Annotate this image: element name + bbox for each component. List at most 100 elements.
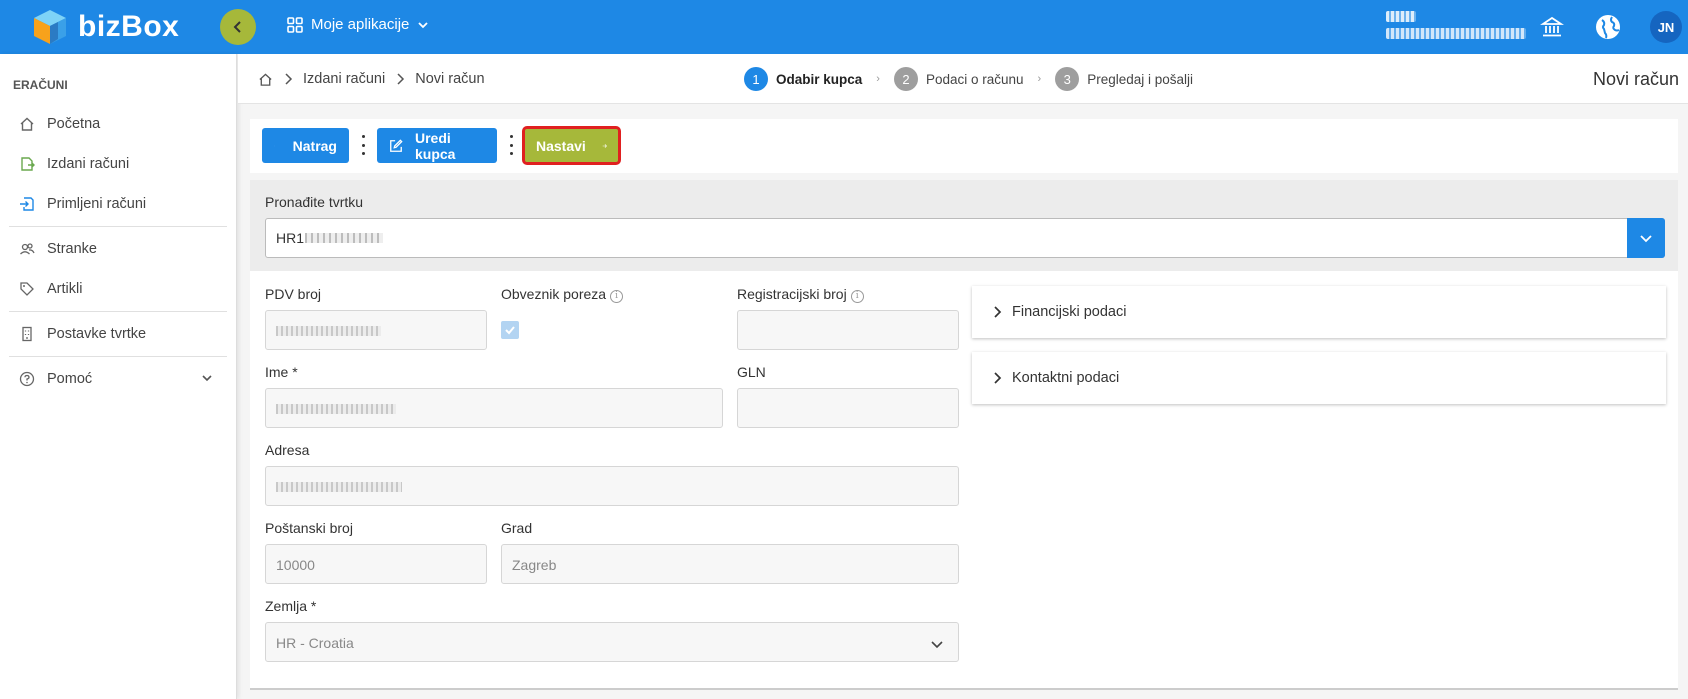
address-label: Adresa: [265, 442, 310, 458]
country-select[interactable]: HR - Croatia: [265, 622, 959, 662]
step-odabir-kupca[interactable]: 1 Odabir kupca: [744, 67, 862, 91]
registration-label: Registracijski broj i: [737, 286, 864, 303]
app-name: bizBox: [78, 10, 180, 43]
contact-data-accordion[interactable]: Kontaktni podaci: [972, 352, 1666, 404]
step-podaci-o-racunu[interactable]: 2 Podaci o računu: [893, 67, 1024, 91]
sidebar-item-artikli[interactable]: Artikli: [0, 269, 236, 309]
back-button-label: Natrag: [292, 137, 337, 154]
taxpayer-checkbox[interactable]: [501, 321, 519, 339]
sidebar-divider: [9, 226, 227, 227]
breadcrumb-link-izdani-racuni[interactable]: Izdani računi: [303, 71, 385, 87]
step-label: Podaci o računu: [925, 71, 1024, 87]
chevron-down-icon: [1640, 235, 1652, 243]
info-icon[interactable]: i: [610, 289, 624, 303]
sidebar-item-postavke-tvrtke[interactable]: Postavke tvrtke: [0, 314, 236, 354]
customer-form-card: Pronađite tvrtku HR1 PDV broj Obveznik p…: [250, 180, 1678, 690]
name-label: Ime *: [265, 364, 298, 380]
info-icon[interactable]: i: [850, 289, 864, 303]
chevron-down-icon: [418, 21, 429, 28]
chevron-right-icon: [285, 73, 293, 85]
step-number: 2: [893, 67, 918, 91]
country-label: Zemlja *: [265, 598, 317, 614]
building-icon: [18, 325, 36, 343]
financial-data-accordion[interactable]: Financijski podaci: [972, 286, 1666, 338]
company-search-panel: Pronađite tvrtku HR1: [250, 180, 1678, 271]
more-options-icon[interactable]: [506, 133, 516, 157]
country-value: HR - Croatia: [276, 635, 354, 651]
company-search-label: Pronađite tvrtku: [265, 194, 364, 210]
sidebar-item-label: Izdani računi: [47, 156, 130, 172]
continue-button-label: Nastavi: [536, 137, 586, 154]
gln-field[interactable]: [737, 388, 959, 428]
breadcrumb-bar: Izdani računi Novi račun 1 Odabir kupca …: [238, 54, 1688, 104]
sidebar-item-label: Stranke: [47, 241, 97, 257]
breadcrumb-current: Novi račun: [415, 71, 485, 87]
home-icon[interactable]: [258, 72, 273, 87]
wizard-steps: 1 Odabir kupca › 2 Podaci o računu › 3 P…: [744, 67, 1193, 91]
redacted-text: [305, 233, 384, 243]
redacted-text: [276, 326, 381, 336]
step-number: 1: [744, 67, 768, 91]
page-title: Novi račun: [1592, 69, 1679, 89]
step-pregledaj-i-posalji[interactable]: 3 Pregledaj i pošalji: [1055, 67, 1193, 91]
globe-icon[interactable]: [1594, 13, 1622, 41]
pdv-label: PDV broj: [265, 286, 322, 302]
apps-menu-label: Moje aplikacije: [311, 16, 410, 33]
registration-field[interactable]: [737, 310, 959, 350]
postal-label: Poštanski broj: [265, 520, 353, 536]
edit-customer-button-label: Uredi kupca: [414, 129, 456, 162]
contact-data-label: Kontaktni podaci: [1012, 370, 1120, 386]
sidebar-item-pocetna[interactable]: Početna: [0, 104, 236, 144]
address-field[interactable]: [265, 466, 959, 506]
chevron-right-icon: [992, 371, 1002, 385]
sidebar-item-label: Postavke tvrtke: [47, 326, 147, 342]
city-label: Grad: [501, 520, 533, 536]
continue-button[interactable]: Nastavi: [522, 126, 621, 165]
sidebar-item-label: Pomoć: [47, 371, 93, 387]
edit-customer-button[interactable]: Uredi kupca: [377, 128, 497, 163]
user-info-redacted[interactable]: [1386, 11, 1526, 43]
chevron-right-icon: ›: [1037, 73, 1042, 85]
breadcrumb: Izdani računi Novi račun: [258, 71, 485, 87]
collapse-sidebar-button[interactable]: [220, 9, 256, 45]
edit-icon: [390, 138, 403, 152]
sidebar-item-pomoc[interactable]: Pomoć: [0, 359, 236, 399]
chevron-left-icon: [233, 21, 241, 33]
chevron-right-icon: [992, 305, 1002, 319]
users-icon: [18, 240, 36, 258]
sidebar-item-stranke[interactable]: Stranke: [0, 229, 236, 269]
sidebar-item-label: Početna: [47, 116, 101, 132]
sidebar-section-title: ERAČUNI: [13, 78, 68, 92]
more-options-icon[interactable]: [358, 133, 368, 157]
chevron-down-icon: [202, 375, 212, 382]
tag-icon: [18, 280, 36, 298]
grid-icon: [287, 16, 303, 33]
step-label: Pregledaj i pošalji: [1087, 71, 1194, 87]
invoice-in-icon: [18, 195, 36, 213]
sidebar-divider: [9, 311, 227, 312]
chevron-right-icon: [397, 73, 405, 85]
financial-data-label: Financijski podaci: [1012, 304, 1127, 320]
city-value: Zagreb: [512, 557, 557, 573]
company-search-dropdown-button[interactable]: [1627, 218, 1665, 258]
sidebar: ERAČUNI Početna Izdani računi Primljeni …: [0, 54, 237, 699]
name-field[interactable]: [265, 388, 723, 428]
pdv-field[interactable]: [265, 310, 487, 350]
sidebar-item-primljeni-racuni[interactable]: Primljeni računi: [0, 184, 236, 224]
top-bar: bizBox Moje aplikacije JN: [0, 0, 1688, 54]
company-search-input[interactable]: HR1: [265, 218, 1665, 258]
invoice-out-icon: [18, 155, 36, 173]
home-icon: [18, 115, 36, 133]
company-search-value: HR1: [276, 230, 305, 246]
app-logo[interactable]: bizBox: [32, 8, 179, 46]
bank-icon[interactable]: [1538, 13, 1566, 41]
postal-field[interactable]: 10000: [265, 544, 487, 584]
checkmark-icon: [505, 326, 515, 335]
city-field[interactable]: Zagreb: [501, 544, 959, 584]
apps-menu-button[interactable]: Moje aplikacije: [287, 16, 429, 33]
back-button[interactable]: Natrag: [262, 128, 349, 163]
sidebar-item-label: Artikli: [47, 281, 83, 297]
user-avatar[interactable]: JN: [1650, 11, 1682, 43]
sidebar-item-label: Primljeni računi: [47, 196, 147, 212]
sidebar-item-izdani-racuni[interactable]: Izdani računi: [0, 144, 236, 184]
